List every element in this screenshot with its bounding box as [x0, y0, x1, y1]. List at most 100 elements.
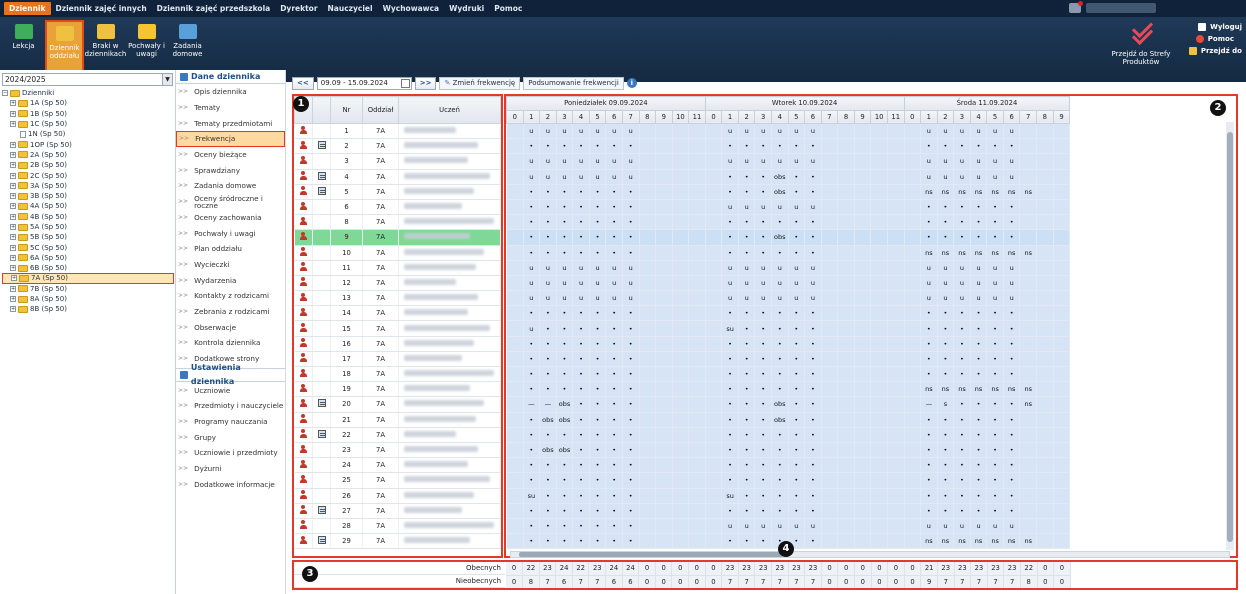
- student-icon-cell[interactable]: [294, 245, 313, 261]
- attendance-cell[interactable]: [821, 290, 839, 307]
- attendance-cell[interactable]: [904, 442, 922, 459]
- toolbar-button[interactable]: Dziennik oddziału: [45, 20, 84, 72]
- attendance-cell[interactable]: •: [771, 320, 789, 337]
- attendance-cell[interactable]: u: [970, 123, 988, 140]
- student-icon[interactable]: [299, 520, 307, 529]
- attendance-cell[interactable]: •: [572, 199, 590, 216]
- attendance-cell[interactable]: [506, 442, 524, 459]
- attendance-cell[interactable]: •: [721, 457, 739, 474]
- attendance-cell[interactable]: •: [920, 199, 938, 216]
- attendance-cell[interactable]: •: [605, 138, 623, 155]
- attendance-cell[interactable]: [837, 199, 855, 216]
- attendance-cell[interactable]: u: [920, 518, 938, 535]
- student-icon-cell[interactable]: [294, 320, 313, 337]
- attendance-cell[interactable]: [1019, 351, 1037, 368]
- attendance-cell[interactable]: obs: [771, 184, 789, 200]
- note-cell[interactable]: [312, 381, 331, 398]
- attendance-cell[interactable]: u: [721, 153, 739, 170]
- nav-item[interactable]: >> Zadania domowe: [176, 178, 285, 194]
- attendance-cell[interactable]: •: [970, 366, 988, 383]
- attendance-cell[interactable]: [639, 290, 657, 307]
- attendance-cell[interactable]: •: [804, 169, 822, 185]
- attendance-cell[interactable]: •: [937, 472, 955, 489]
- attendance-cell[interactable]: •: [605, 305, 623, 322]
- attendance-cell[interactable]: •: [572, 472, 590, 489]
- attendance-cell[interactable]: [904, 381, 922, 398]
- attendance-cell[interactable]: [1053, 229, 1071, 246]
- attendance-cell[interactable]: ns: [1019, 184, 1037, 200]
- attendance-cell[interactable]: •: [986, 412, 1004, 428]
- attendance-cell[interactable]: [506, 381, 524, 398]
- student-icon[interactable]: [299, 353, 307, 362]
- attendance-cell[interactable]: u: [605, 153, 623, 170]
- attendance-cell[interactable]: u: [589, 123, 607, 140]
- attendance-cell[interactable]: [1053, 518, 1071, 535]
- attendance-cell[interactable]: u: [953, 169, 971, 185]
- attendance-cell[interactable]: ns: [1019, 381, 1037, 398]
- table-row[interactable]: 25 7A: [294, 472, 501, 489]
- attendance-cell[interactable]: [655, 275, 673, 292]
- student-name-cell[interactable]: [398, 245, 501, 261]
- attendance-cell[interactable]: •: [771, 472, 789, 489]
- tree-item[interactable]: +6A (Sp 50): [2, 253, 174, 263]
- attendance-cell[interactable]: •: [539, 336, 557, 352]
- attendance-cell[interactable]: [705, 381, 723, 398]
- student-name-cell[interactable]: [398, 396, 501, 413]
- attendance-cell[interactable]: [1053, 533, 1071, 550]
- attendance-cell[interactable]: u: [804, 199, 822, 216]
- attendance-cell[interactable]: •: [920, 229, 938, 246]
- nav-item[interactable]: >> Programy nauczania: [176, 414, 285, 430]
- table-row[interactable]: 2 7A: [294, 138, 501, 155]
- attendance-cell[interactable]: [1036, 138, 1054, 155]
- nav-item[interactable]: >> Wycieczki: [176, 257, 285, 273]
- student-name-cell[interactable]: [398, 214, 501, 231]
- attendance-cell[interactable]: •: [953, 336, 971, 352]
- expand-icon[interactable]: +: [10, 213, 16, 220]
- attendance-cell[interactable]: •: [539, 503, 557, 519]
- note-cell[interactable]: [312, 533, 331, 550]
- attendance-cell[interactable]: [688, 488, 706, 504]
- attendance-cell[interactable]: u: [721, 199, 739, 216]
- attendance-cell[interactable]: [705, 123, 723, 140]
- student-icon[interactable]: [299, 216, 307, 226]
- attendance-cell[interactable]: •: [622, 199, 640, 216]
- student-icon[interactable]: [299, 262, 307, 271]
- attendance-cell[interactable]: [821, 518, 839, 535]
- attendance-cell[interactable]: u: [523, 260, 541, 276]
- attendance-cell[interactable]: u: [721, 275, 739, 292]
- attendance-cell[interactable]: •: [589, 245, 607, 261]
- attendance-cell[interactable]: •: [970, 396, 988, 413]
- attendance-cell[interactable]: [854, 214, 872, 231]
- attendance-cell[interactable]: [821, 260, 839, 276]
- note-icon[interactable]: [317, 171, 326, 180]
- attendance-cell[interactable]: •: [953, 503, 971, 519]
- attendance-cell[interactable]: [870, 503, 888, 519]
- attendance-cell[interactable]: •: [804, 396, 822, 413]
- attendance-cell[interactable]: [821, 503, 839, 519]
- table-row[interactable]: 29 7A: [294, 533, 501, 550]
- note-cell[interactable]: [312, 199, 331, 216]
- attendance-cell[interactable]: •: [539, 184, 557, 200]
- attendance-cell[interactable]: •: [539, 351, 557, 368]
- attendance-cell[interactable]: •: [523, 381, 541, 398]
- attendance-cell[interactable]: [854, 336, 872, 352]
- attendance-cell[interactable]: u: [937, 260, 955, 276]
- attendance-cell[interactable]: •: [953, 427, 971, 443]
- attendance-cell[interactable]: [887, 518, 905, 535]
- attendance-cell[interactable]: [854, 366, 872, 383]
- attendance-cell[interactable]: •: [539, 472, 557, 489]
- attendance-cell[interactable]: •: [572, 396, 590, 413]
- attendance-cell[interactable]: ns: [1003, 245, 1021, 261]
- attendance-cell[interactable]: [672, 518, 690, 535]
- attendance-cell[interactable]: •: [986, 320, 1004, 337]
- attendance-cell[interactable]: [854, 427, 872, 443]
- attendance-cell[interactable]: •: [605, 245, 623, 261]
- attendance-cell[interactable]: u: [556, 260, 574, 276]
- attendance-cell[interactable]: •: [986, 229, 1004, 246]
- attendance-cell[interactable]: •: [754, 427, 772, 443]
- attendance-cell[interactable]: u: [953, 275, 971, 292]
- attendance-cell[interactable]: [655, 245, 673, 261]
- attendance-cell[interactable]: •: [622, 472, 640, 489]
- attendance-cell[interactable]: [705, 199, 723, 216]
- table-row[interactable]: 15 7A: [294, 320, 501, 337]
